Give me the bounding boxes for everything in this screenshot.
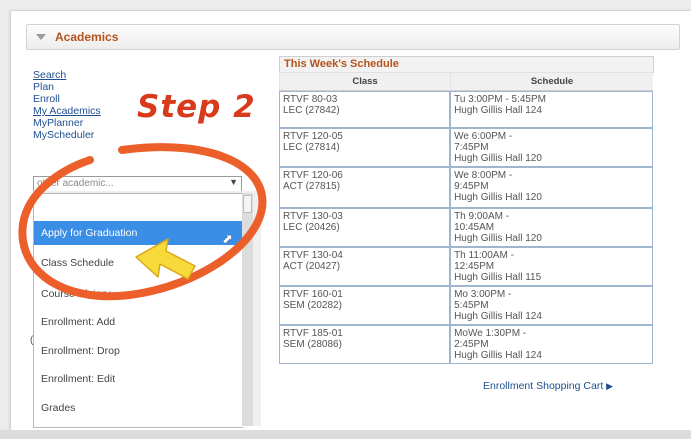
schedule-cell: Th 11:00AM -12:45PM Hugh Gillis Hall 115 [450,247,653,286]
class-cell: RTVF 185-01 SEM (28086) [279,325,451,364]
dropdown-list: Apply for Graduation Class Schedule Cour… [33,193,243,428]
collapse-triangle-icon[interactable] [36,34,46,40]
schedule-cell-line: Hugh Gillis Hall 124 [454,105,542,116]
schedule-cell-line: 10:45AM [454,222,495,233]
section-title: Academics [55,30,119,44]
class-cell-line: LEC (27814) [283,142,340,153]
play-arrow-icon: ▶ [606,381,614,391]
class-cell: RTVF 120-05 LEC (27814) [279,128,451,167]
schedule-cell-line: 7:45PM [454,142,489,153]
dropdown-item-label: Class Schedule [41,257,114,269]
column-header-schedule: Schedule [450,72,653,91]
nav-link-enroll[interactable]: Enroll [33,93,101,105]
schedule-title: This Week's Schedule [284,58,399,70]
dropdown-item-enrollment-edit[interactable]: Enrollment: Edit [34,367,243,391]
class-cell-line: SEM (28086) [283,339,342,350]
select-value: other academic... [37,178,114,189]
dropdown-scrollbar[interactable] [242,193,253,426]
edge-remnant: ( [30,335,34,346]
table-row: RTVF 185-01 SEM (28086) MoWe 1:30PM -2:45P… [279,325,653,364]
class-cell-line: LEC (27842) [283,105,340,116]
schedule-cell-line: MoWe 1:30PM - [454,328,527,339]
dropdown-item-enrollment-add[interactable]: Enrollment: Add [34,310,243,334]
schedule-cell-line: Th 11:00AM - [454,250,514,261]
schedule-cell-line: We 6:00PM - [454,131,513,142]
schedule-cell-line: Hugh Gillis Hall 120 [454,233,542,244]
dropdown-item-enrollment-drop[interactable]: Enrollment: Drop [34,339,243,363]
dropdown-item-label: Enrollment: Edit [41,373,116,385]
nav-link-plan[interactable]: Plan [33,81,101,93]
class-cell-line: ACT (20427) [283,261,341,272]
nav-link-search[interactable]: Search [33,69,101,81]
class-cell-line: SEM (20282) [283,300,342,311]
schedule-cell: We 6:00PM -7:45PM Hugh Gillis Hall 120 [450,128,653,167]
schedule-cell-line: 12:45PM [454,261,495,272]
step-annotation: Step 2 [137,89,256,125]
dropdown-blank-item[interactable] [34,194,243,220]
schedule-cell: MoWe 1:30PM -2:45PM Hugh Gillis Hall 124 [450,325,653,364]
dropdown-item-grades[interactable]: Grades [34,396,243,420]
class-cell-line: RTVF 130-03 [283,211,343,222]
cart-link-label: Enrollment Shopping Cart [483,380,604,392]
dropdown-item-label: Grades [41,402,76,414]
table-row: RTVF 130-04 ACT (20427) Th 11:00AM -12:45P… [279,247,653,286]
class-cell-line: RTVF 185-01 [283,328,343,339]
class-cell: RTVF 120-06 ACT (27815) [279,167,451,208]
schedule-cell-line: We 8:00PM - [454,170,513,181]
class-cell-line: RTVF 120-06 [283,170,343,181]
schedule-cell: Tu 3:00PM - 5:45PM Hugh Gillis Hall 124 [450,91,653,128]
class-cell-line: RTVF 120-05 [283,131,343,142]
schedule-cell-line: Tu 3:00PM - 5:45PM [454,94,546,105]
schedule-cell-line: Th 9:00AM - [454,211,510,222]
schedule-cell: Th 9:00AM -10:45AM Hugh Gillis Hall 120 [450,208,653,247]
chevron-down-icon[interactable]: ▼ [229,177,238,187]
enrollment-shopping-cart-link[interactable]: Enrollment Shopping Cart ▶ [483,380,613,392]
class-cell-line: RTVF 160-01 [283,289,343,300]
dropdown-item-label: Course History [41,288,111,300]
class-cell: RTVF 130-04 ACT (20427) [279,247,451,286]
other-academic-select[interactable]: other academic... ▼ [33,176,242,192]
table-row: RTVF 130-03 LEC (20426) Th 9:00AM -10:45AM… [279,208,653,247]
schedule-cell-line: Mo 3:00PM - [454,289,512,300]
schedule-cell-line: Hugh Gillis Hall 120 [454,153,542,164]
mouse-pointer-icon: ⬈ [222,231,233,246]
schedule-cell-line: Hugh Gillis Hall 115 [454,272,542,283]
class-cell: RTVF 130-03 LEC (20426) [279,208,451,247]
bottom-strip [0,430,691,439]
class-cell-line: ACT (27815) [283,181,341,192]
scrollbar-thumb[interactable] [243,195,252,213]
schedule-cell-line: Hugh Gillis Hall 124 [454,350,542,361]
schedule-cell-line: 5:45PM [454,300,489,311]
class-cell-line: LEC (20426) [283,222,340,233]
nav-link-my-academics[interactable]: My Academics [33,105,101,117]
schedule-table: Class Schedule RTVF 80-03 LEC (27842) Tu 3… [279,72,653,364]
schedule-header: This Week's Schedule [279,56,654,73]
academics-section-header[interactable]: Academics [26,24,680,50]
schedule-cell: Mo 3:00PM -5:45PM Hugh Gillis Hall 124 [450,286,653,325]
dropdown-item-apply-for-graduation[interactable]: Apply for Graduation [34,221,243,245]
class-cell-line: RTVF 80-03 [283,94,338,105]
class-cell: RTVF 160-01 SEM (20282) [279,286,451,325]
dropdown-item-course-history[interactable]: Course History [34,282,243,306]
academics-nav: Search Plan Enroll My Academics MyPlanne… [33,69,101,141]
schedule-cell-line: Hugh Gillis Hall 120 [454,192,542,203]
schedule-cell-line: Hugh Gillis Hall 124 [454,311,542,322]
dropdown-item-label: Enrollment: Drop [41,345,120,357]
table-row: RTVF 120-06 ACT (27815) We 8:00PM -9:45PM H… [279,167,653,208]
dropdown-item-label: Enrollment: Add [41,316,116,328]
column-header-class: Class [279,72,451,91]
class-cell: RTVF 80-03 LEC (27842) [279,91,451,128]
table-row: RTVF 160-01 SEM (20282) Mo 3:00PM -5:45PM H… [279,286,653,325]
nav-link-myplanner[interactable]: MyPlanner [33,117,101,129]
nav-link-myscheduler[interactable]: MyScheduler [33,129,101,141]
schedule-cell-line: 2:45PM [454,339,489,350]
schedule-cell: We 8:00PM -9:45PM Hugh Gillis Hall 120 [450,167,653,208]
class-cell-line: RTVF 130-04 [283,250,343,261]
table-row: RTVF 120-05 LEC (27814) We 6:00PM -7:45PM H… [279,128,653,167]
schedule-cell-line: 9:45PM [454,181,489,192]
dropdown-item-class-schedule[interactable]: Class Schedule [34,251,243,275]
dropdown-item-label: Apply for Graduation [41,227,138,239]
table-row: RTVF 80-03 LEC (27842) Tu 3:00PM - 5:45PM H… [279,91,653,128]
